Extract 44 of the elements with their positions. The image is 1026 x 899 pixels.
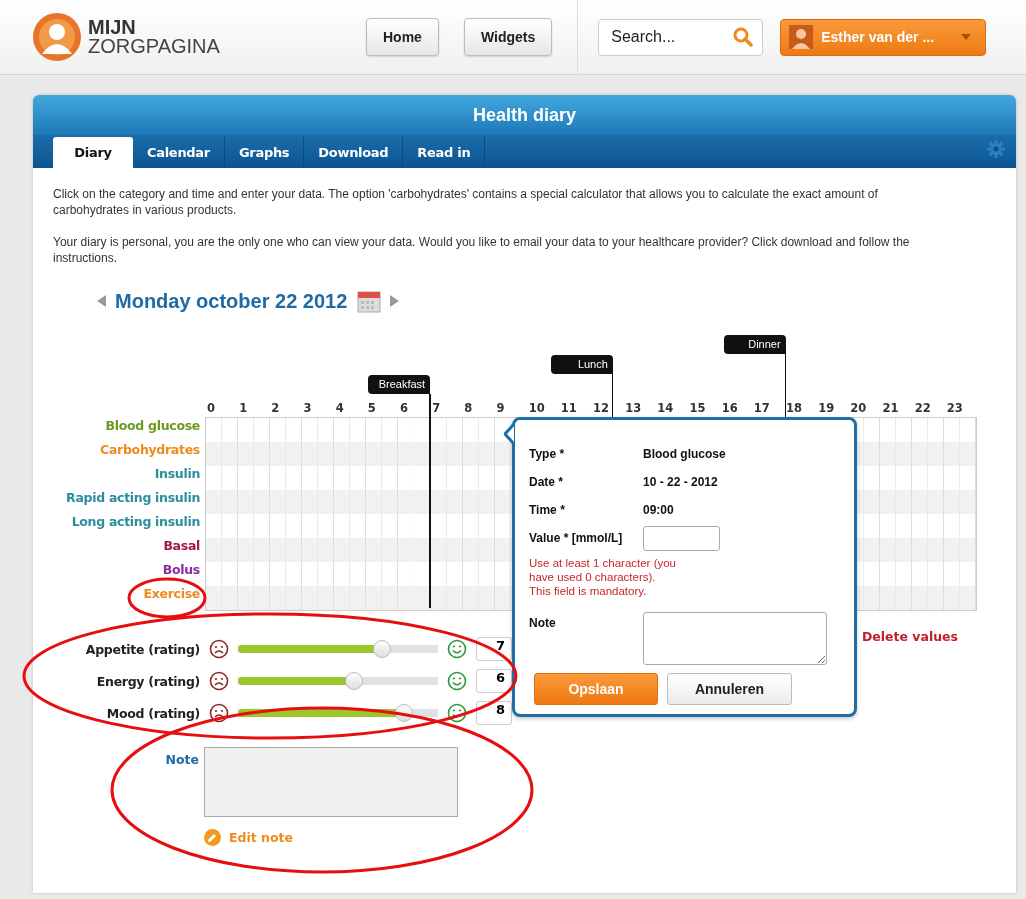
- hour-label: 3: [302, 401, 313, 417]
- field-label: Value * [mmol/L]: [529, 531, 624, 545]
- hour-label: 11: [559, 401, 578, 417]
- field-value: Blood glucose: [643, 447, 726, 461]
- rating-label: Appetite (rating): [84, 641, 200, 657]
- hour-label: 18: [785, 401, 803, 417]
- hour-label: 22: [913, 401, 932, 417]
- field-label: Type *: [529, 447, 566, 461]
- hour-label: 20: [849, 401, 868, 417]
- note-label: Note: [164, 751, 199, 769]
- field-label: Note: [529, 615, 557, 630]
- hour-label: 14: [656, 401, 675, 417]
- error-message: Use at least 1 character (you have used 0 characters).: [529, 556, 677, 584]
- rating-label: Mood (rating): [105, 705, 200, 721]
- hour-label: 13: [624, 401, 643, 417]
- date-title: Monday october 22 2012: [115, 289, 348, 313]
- hour-label: 8: [463, 401, 474, 417]
- hour-label: 4: [334, 401, 345, 417]
- hour-label: 12: [592, 401, 610, 417]
- hour-label: 19: [817, 401, 836, 417]
- intro-text: Your diary is personal, you are the only one who can view your data. Would you like to email your data to your healthcare provider? Click download and follow the instructions.: [53, 234, 911, 266]
- logo-subtitle: ZORGPAGINA: [88, 37, 220, 56]
- hour-label: 16: [720, 401, 739, 417]
- hour-label: 7: [431, 401, 442, 417]
- field-label: Time *: [529, 503, 566, 517]
- hour-label: 10: [527, 401, 546, 417]
- hour-label: 6: [399, 401, 409, 417]
- field-value: 09:00: [643, 503, 674, 517]
- field-value: 10 - 22 - 2012: [643, 475, 718, 489]
- field-label: Date *: [529, 475, 564, 489]
- hour-label: 23: [945, 401, 964, 417]
- hour-label: 9: [495, 401, 506, 417]
- hour-label: 2: [270, 401, 281, 417]
- hour-label: 17: [752, 401, 771, 417]
- hour-label: 1: [238, 401, 249, 417]
- logo-title: MIJN: [88, 18, 137, 37]
- rating-label: Energy (rating): [95, 673, 200, 689]
- card-title: Health diary: [472, 104, 576, 126]
- error-message: This field is mandatory.: [529, 584, 648, 598]
- hour-label: 15: [688, 401, 707, 417]
- intro-text: Click on the category and time and enter your data. The option 'carbohydrates' contains a special calculator that allows you to calculate the exact amount of carbohydrates in various products.: [53, 186, 879, 218]
- hour-label: 5: [366, 401, 377, 417]
- hour-label: 0: [206, 401, 216, 417]
- hour-label: 21: [881, 401, 900, 417]
